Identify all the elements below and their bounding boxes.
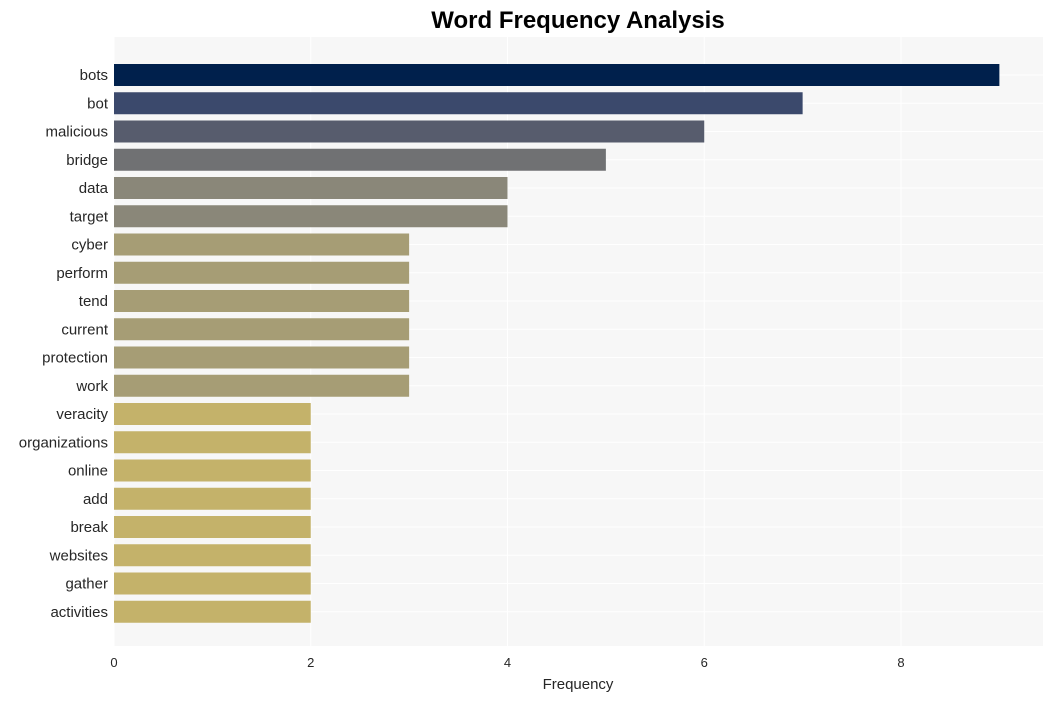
x-tick-label: 4 (504, 655, 511, 670)
bar-malicious (114, 120, 705, 143)
bar-protection (114, 346, 410, 369)
category-labels: bots bot malicious bridge data target cyber per… (19, 67, 109, 621)
bar-current (114, 318, 410, 341)
bar-cyber (114, 233, 410, 256)
category-label: bot (87, 95, 109, 112)
x-tick-labels: 0 2 4 6 8 (110, 655, 904, 670)
category-label: break (70, 519, 108, 536)
category-label: add (83, 491, 108, 508)
bar-organizations (114, 431, 311, 454)
x-tick-label: 6 (701, 655, 708, 670)
bar-gather (114, 572, 311, 595)
category-label: activities (50, 604, 108, 621)
bar-bot (114, 92, 803, 115)
bar-perform (114, 261, 410, 284)
bar-work (114, 374, 410, 397)
bar-target (114, 205, 508, 228)
chart-title: Word Frequency Analysis (431, 7, 724, 34)
category-label: bridge (66, 152, 108, 169)
category-label: target (70, 208, 109, 225)
category-label: work (75, 378, 108, 395)
category-label: veracity (56, 406, 108, 423)
x-tick-label: 8 (897, 655, 904, 670)
bar-add (114, 487, 311, 510)
bar-activities (114, 600, 311, 623)
category-label: cyber (71, 237, 108, 254)
bar-data (114, 177, 508, 199)
bar-bridge (114, 148, 606, 171)
category-label: malicious (45, 124, 108, 141)
category-label: protection (42, 350, 108, 367)
bar-break (114, 516, 311, 538)
word-frequency-chart: bots bot malicious bridge data target cyber per… (19, 7, 1043, 693)
x-tick-label: 2 (307, 655, 314, 670)
category-label: websites (49, 547, 108, 564)
category-label: online (68, 463, 108, 480)
bar-online (114, 459, 311, 482)
category-label: current (61, 321, 109, 338)
bar-websites (114, 544, 311, 567)
category-label: gather (65, 576, 108, 593)
bar-bots (114, 64, 1000, 86)
bar-veracity (114, 403, 311, 425)
category-label: organizations (19, 434, 108, 451)
category-label: tend (79, 293, 108, 310)
x-axis-label: Frequency (543, 676, 614, 693)
category-label: perform (56, 265, 108, 282)
bar-tend (114, 290, 410, 312)
x-tick-label: 0 (110, 655, 117, 670)
category-label: bots (80, 67, 108, 84)
category-label: data (79, 180, 109, 197)
